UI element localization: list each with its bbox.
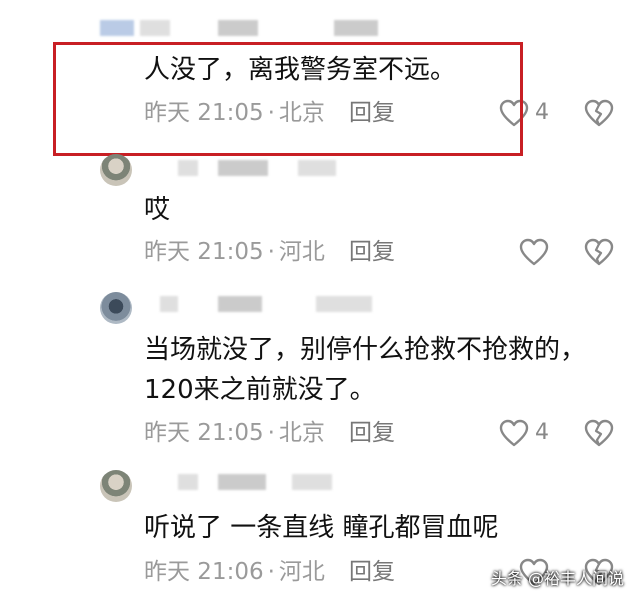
comment-meta: 昨天 21:05 · 北京: [144, 98, 325, 128]
blurred-username: [178, 474, 198, 490]
comment-text-line-1: 当场就没了，别停什么抢救不抢救的，: [144, 335, 587, 365]
comment-location: 北京: [278, 420, 325, 446]
broken-heart-icon[interactable]: [583, 237, 615, 267]
meta-separator: ·: [267, 559, 275, 585]
blurred-username: [160, 296, 178, 312]
avatar[interactable]: [100, 292, 132, 324]
meta-separator: ·: [267, 239, 275, 265]
meta-separator: ·: [267, 100, 275, 126]
heart-outline-icon[interactable]: [498, 418, 530, 448]
reply-button[interactable]: 回复: [349, 98, 395, 128]
blurred-username: [100, 20, 134, 36]
comment-text: 听说了 一条直线 瞳孔都冒血呢: [144, 513, 499, 543]
avatar[interactable]: [100, 154, 132, 186]
avatar[interactable]: [100, 470, 132, 502]
reply-button[interactable]: 回复: [349, 418, 395, 448]
broken-heart-icon[interactable]: [583, 98, 615, 128]
comment-meta: 昨天 21:05 · 河北: [144, 237, 325, 267]
like-count: 4: [535, 100, 549, 125]
reply-button[interactable]: 回复: [349, 557, 395, 587]
reply-button[interactable]: 回复: [349, 237, 395, 267]
heart-outline-icon[interactable]: [498, 98, 530, 128]
blurred-username: [218, 474, 266, 490]
comment-time: 昨天 21:05: [144, 420, 264, 446]
blurred-username: [178, 160, 198, 176]
blurred-username: [316, 296, 372, 312]
comment-time: 昨天 21:05: [144, 100, 264, 126]
blurred-username: [140, 20, 170, 36]
comment-time: 昨天 21:05: [144, 239, 264, 265]
blurred-username: [298, 160, 336, 176]
watermark: 头条 @裕丰人间说: [490, 569, 624, 588]
broken-heart-icon[interactable]: [583, 418, 615, 448]
like-count: 4: [535, 420, 549, 445]
comment-location: 河北: [278, 559, 325, 585]
comment-text: 人没了，离我警务室不远。: [144, 55, 457, 85]
comment-meta: 昨天 21:05 · 北京: [144, 418, 325, 448]
comment-location: 河北: [278, 239, 325, 265]
comment-time: 昨天 21:06: [144, 559, 264, 585]
blurred-username: [218, 160, 268, 176]
meta-separator: ·: [267, 420, 275, 446]
blurred-username: [292, 474, 332, 490]
heart-outline-icon[interactable]: [518, 237, 550, 267]
comment-text-line-2: 120来之前就没了。: [144, 375, 376, 405]
comment-meta: 昨天 21:06 · 河北: [144, 557, 325, 587]
comment-location: 北京: [278, 100, 325, 126]
blurred-username: [218, 20, 258, 36]
comment-text: 哎: [144, 195, 171, 225]
blurred-username: [334, 20, 378, 36]
blurred-username: [218, 296, 262, 312]
